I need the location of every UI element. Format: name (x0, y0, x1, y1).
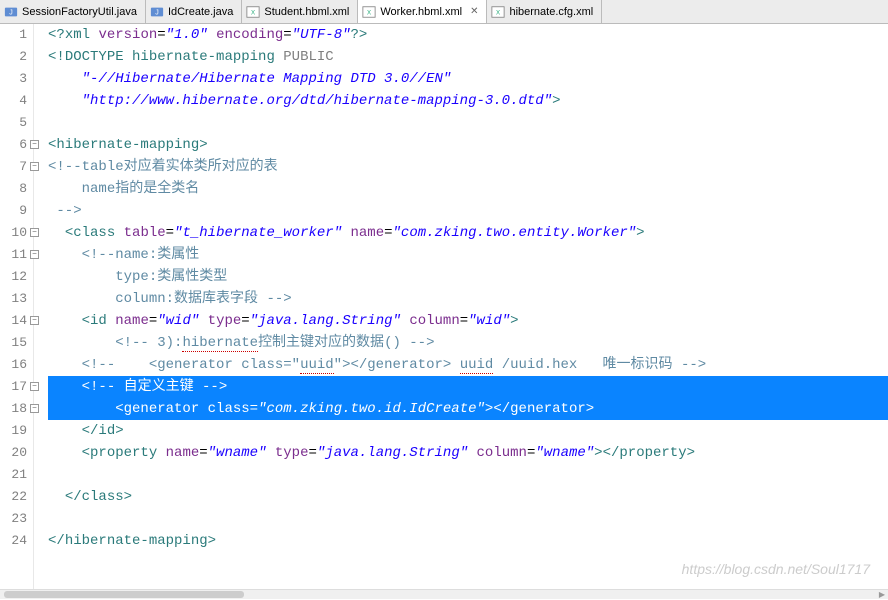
java-icon: J (4, 5, 18, 19)
tab-label: Student.hbml.xml (264, 6, 349, 18)
code-line: <!--table对应着实体类所对应的表 (48, 156, 888, 178)
xml-icon: X (491, 5, 505, 19)
tab-label: SessionFactoryUtil.java (22, 6, 137, 18)
code-line: <id name="wid" type="java.lang.String" c… (48, 310, 888, 332)
svg-text:X: X (251, 9, 255, 16)
code-line: <class table="t_hibernate_worker" name="… (48, 222, 888, 244)
code-line-selected: <generator class="com.zking.two.id.IdCre… (48, 398, 888, 420)
code-area[interactable]: <?xml version="1.0" encoding="UTF-8"?> <… (34, 24, 888, 589)
editor-tabs: J SessionFactoryUtil.java J IdCreate.jav… (0, 0, 888, 24)
code-line (48, 508, 888, 530)
code-line: <hibernate-mapping> (48, 134, 888, 156)
xml-icon: X (246, 5, 260, 19)
code-line: <!-- <generator class="uuid"></generator… (48, 354, 888, 376)
tab-sessionfactoryutil[interactable]: J SessionFactoryUtil.java (0, 0, 146, 23)
code-line: <?xml version="1.0" encoding="UTF-8"?> (48, 24, 888, 46)
code-line: <!DOCTYPE hibernate-mapping PUBLIC (48, 46, 888, 68)
scrollbar-thumb[interactable] (4, 591, 244, 598)
tab-idcreate[interactable]: J IdCreate.java (146, 0, 242, 23)
code-line: "-//Hibernate/Hibernate Mapping DTD 3.0/… (48, 68, 888, 90)
code-line: </hibernate-mapping> (48, 530, 888, 552)
code-editor[interactable]: 1 2 3 4 5 6− 7− 8 9 10− 11− 12 13 14− 15… (0, 24, 888, 589)
close-icon[interactable]: ✕ (470, 6, 478, 17)
code-line-selected: <!-- 自定义主键 --> (48, 376, 888, 398)
code-line (48, 112, 888, 134)
svg-text:X: X (496, 9, 500, 16)
code-line: <property name="wname" type="java.lang.S… (48, 442, 888, 464)
tab-worker-hbml[interactable]: X Worker.hbml.xml ✕ (358, 0, 487, 23)
java-icon: J (150, 5, 164, 19)
code-line: "http://www.hibernate.org/dtd/hibernate-… (48, 90, 888, 112)
code-line: </id> (48, 420, 888, 442)
code-line (48, 464, 888, 486)
watermark: https://blog.csdn.net/Soul1717 (682, 561, 870, 577)
tab-label: Worker.hbml.xml (380, 6, 462, 18)
tab-label: IdCreate.java (168, 6, 233, 18)
horizontal-scrollbar[interactable]: ▶ (0, 589, 888, 599)
tab-student-hbml[interactable]: X Student.hbml.xml (242, 0, 358, 23)
tab-hibernate-cfg[interactable]: X hibernate.cfg.xml (487, 0, 602, 23)
code-line: </class> (48, 486, 888, 508)
code-line: column:数据库表字段 --> (48, 288, 888, 310)
svg-text:J: J (9, 9, 13, 16)
line-gutter: 1 2 3 4 5 6− 7− 8 9 10− 11− 12 13 14− 15… (0, 24, 34, 589)
svg-text:X: X (367, 9, 371, 16)
code-line: name指的是全类名 (48, 178, 888, 200)
code-line: type:类属性类型 (48, 266, 888, 288)
tab-label: hibernate.cfg.xml (509, 6, 593, 18)
code-line: <!--name:类属性 (48, 244, 888, 266)
code-line: <!-- 3):hibernate控制主键对应的数据() --> (48, 332, 888, 354)
xml-icon: X (362, 5, 376, 19)
code-line: --> (48, 200, 888, 222)
svg-text:J: J (155, 9, 159, 16)
